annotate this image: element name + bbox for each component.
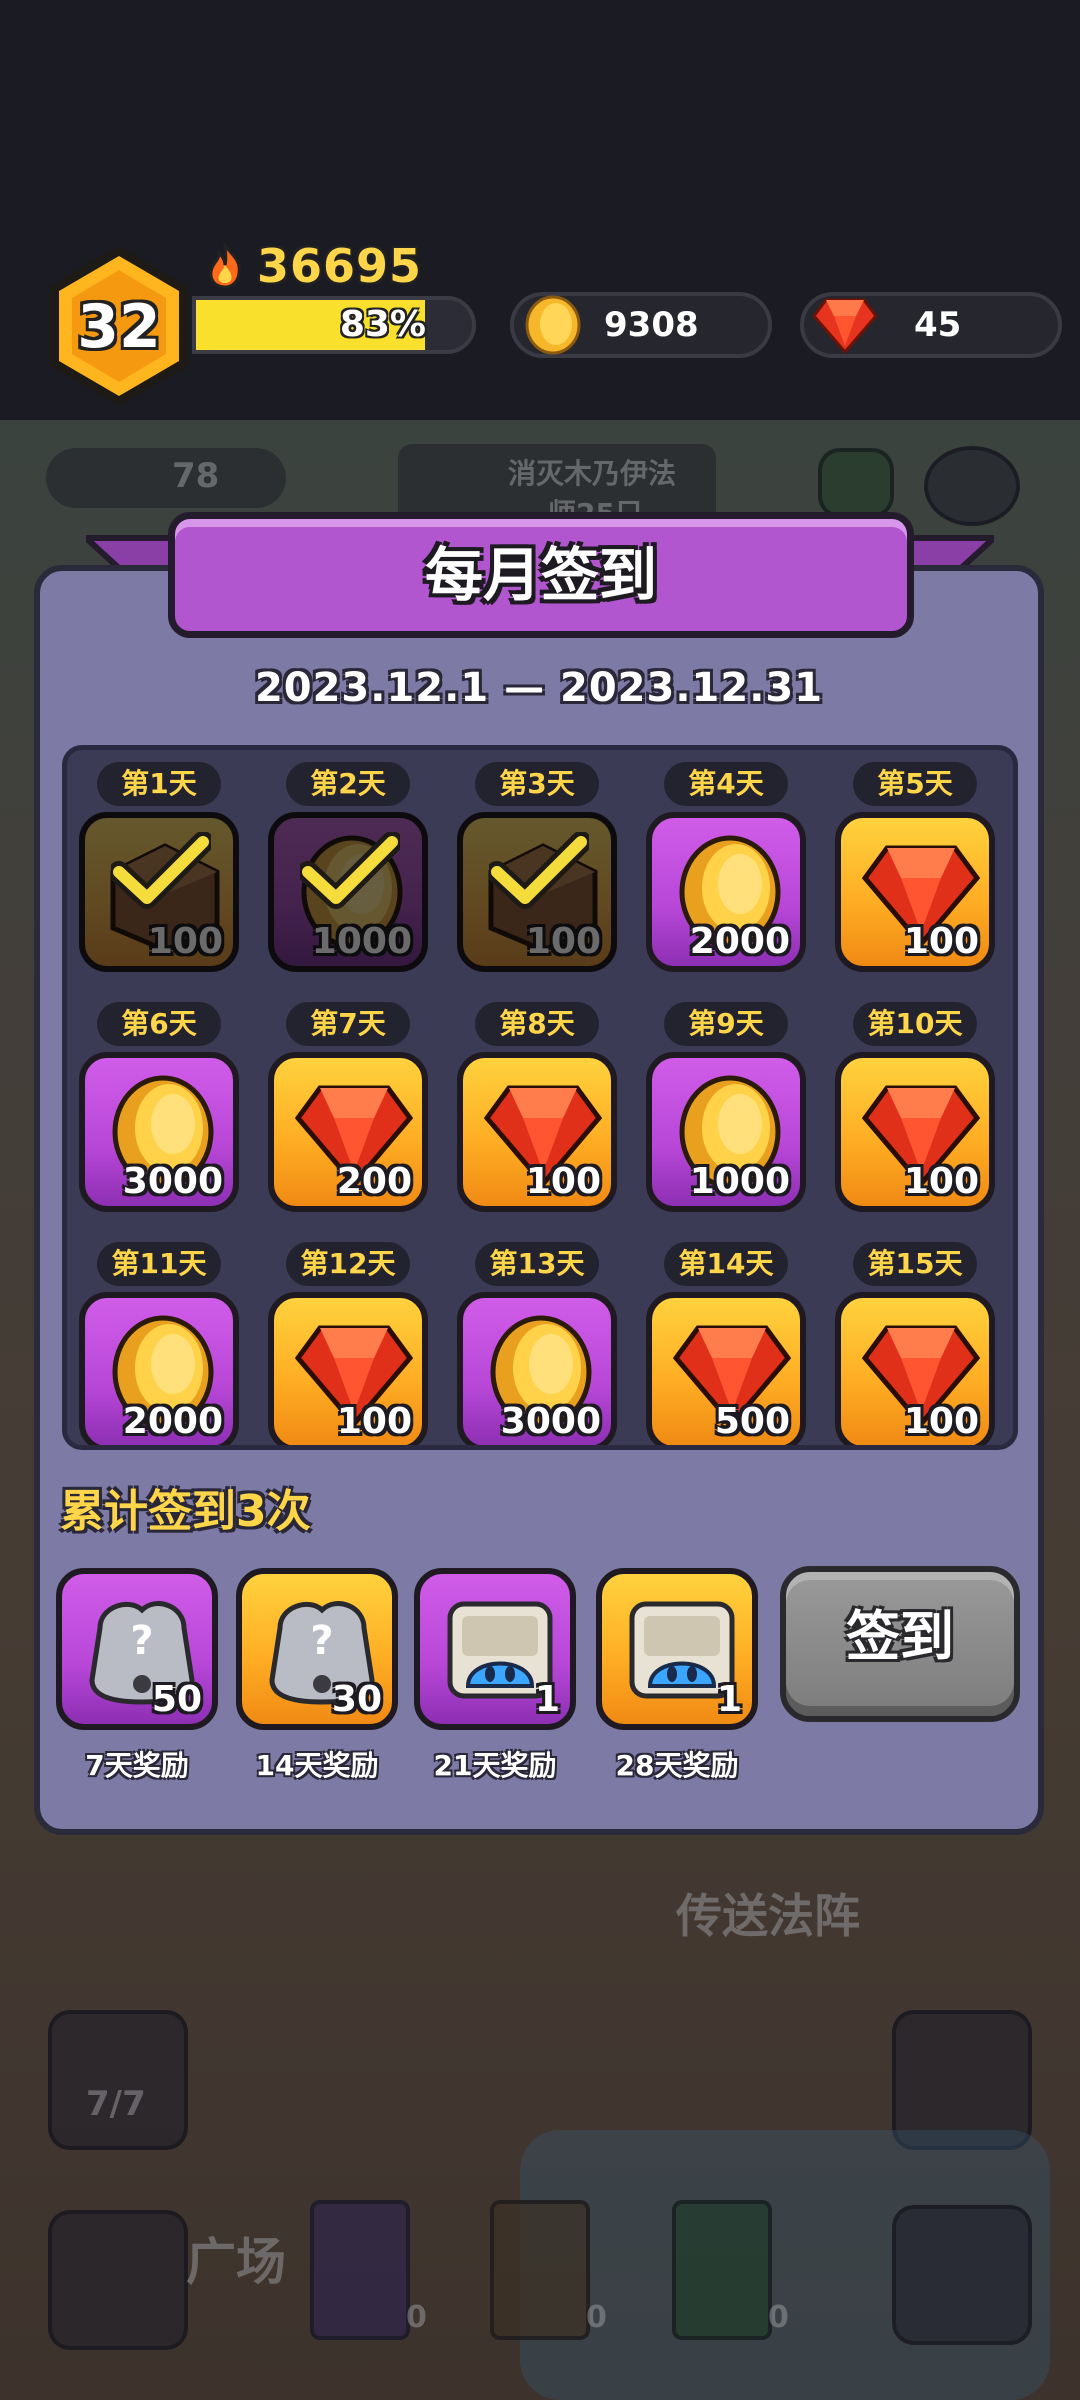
coin-value: 9308 xyxy=(604,305,699,345)
reward-box: 1 xyxy=(414,1568,576,1730)
day-label: 第1天 xyxy=(97,762,221,806)
reward-box: 3000 xyxy=(79,1052,239,1212)
check-icon xyxy=(111,832,211,909)
reward-amount: 100 xyxy=(903,921,979,962)
reward-amount: 50 xyxy=(151,1679,202,1720)
reward-amount: 200 xyxy=(336,1161,412,1202)
reward-amount: 1 xyxy=(534,1679,560,1720)
day-label: 第12天 xyxy=(286,1242,410,1286)
day-reward-cell[interactable]: 第13天 3000 xyxy=(457,1242,617,1445)
reward-box: ? 30 xyxy=(236,1568,398,1730)
milestone-label: 14天奖励 xyxy=(255,1749,379,1782)
dialog-title: 每月签到 xyxy=(424,541,657,609)
day-reward-cell[interactable]: 第12天 100 xyxy=(268,1242,428,1445)
day-reward-cell[interactable]: 第3天 100 xyxy=(457,762,617,982)
power-display: 36695 xyxy=(205,239,423,293)
day-reward-cell[interactable]: 第7天 200 xyxy=(268,1002,428,1222)
milestone-label: 7天奖励 xyxy=(85,1749,189,1782)
svg-text:?: ? xyxy=(310,1618,333,1664)
coin-counter[interactable]: 9308 xyxy=(510,292,772,358)
day-reward-cell[interactable]: 第4天 2000 xyxy=(646,762,806,982)
date-range: 2023.12.1 — 2023.12.31 xyxy=(254,665,824,711)
day-reward-cell[interactable]: 第10天 100 xyxy=(835,1002,995,1222)
day-reward-cell[interactable]: 第8天 100 xyxy=(457,1002,617,1222)
reward-amount: 500 xyxy=(714,1401,790,1442)
day-label: 第9天 xyxy=(664,1002,788,1046)
reward-box: 2000 xyxy=(646,812,806,972)
reward-amount: 1 xyxy=(716,1679,742,1720)
day-label: 第6天 xyxy=(97,1002,221,1046)
daily-reward-grid: 第1天 100 第2天 1000 第3天 100 第4天 2000 第5天 100 第6天 3000 第… xyxy=(62,745,1018,1450)
reward-box: ? 50 xyxy=(56,1568,218,1730)
day-label: 第4天 xyxy=(664,762,788,806)
gem-value: 45 xyxy=(914,305,962,345)
reward-box: 100 xyxy=(268,1292,428,1445)
level-number: 32 xyxy=(77,292,161,362)
milestone-label: 28天奖励 xyxy=(615,1749,739,1782)
day-reward-cell[interactable]: 第1天 100 xyxy=(79,762,239,982)
reward-amount: 100 xyxy=(147,921,223,962)
reward-amount: 30 xyxy=(331,1679,382,1720)
xp-progress-bar: 83% xyxy=(192,296,476,354)
day-reward-cell[interactable]: 第6天 3000 xyxy=(79,1002,239,1222)
reward-box: 100 xyxy=(835,1052,995,1212)
day-label: 第10天 xyxy=(853,1002,977,1046)
reward-amount: 2000 xyxy=(122,1401,223,1442)
reward-amount: 100 xyxy=(336,1401,412,1442)
reward-amount: 1000 xyxy=(689,1161,790,1202)
gem-counter[interactable]: 45 xyxy=(800,292,1062,358)
reward-amount: 3000 xyxy=(500,1401,601,1442)
reward-amount: 100 xyxy=(525,1161,601,1202)
day-reward-cell[interactable]: 第11天 2000 xyxy=(79,1242,239,1445)
check-icon xyxy=(300,832,400,909)
milestone-label: 21天奖励 xyxy=(433,1749,557,1782)
xp-percent-label: 83% xyxy=(339,304,426,345)
top-status-bar: 32 36695 83% 9308 45 xyxy=(0,0,1080,420)
checkin-button[interactable]: 签到 xyxy=(780,1566,1020,1722)
day-label: 第14天 xyxy=(664,1242,788,1286)
day-reward-cell[interactable]: 第5天 100 xyxy=(835,762,995,982)
checkin-button-label: 签到 xyxy=(846,1605,954,1668)
reward-box: 3000 xyxy=(457,1292,617,1445)
check-icon xyxy=(489,832,589,909)
reward-amount: 1000 xyxy=(311,921,412,962)
reward-box: 1000 xyxy=(646,1052,806,1212)
day-label: 第11天 xyxy=(97,1242,221,1286)
gem-icon xyxy=(812,298,878,355)
cumulative-checkin-count: 累计签到3次 xyxy=(60,1486,311,1537)
reward-amount: 3000 xyxy=(122,1161,223,1202)
day-label: 第5天 xyxy=(853,762,977,806)
dialog-title-banner: 每月签到 xyxy=(168,512,914,638)
day-label: 第2天 xyxy=(286,762,410,806)
reward-amount: 100 xyxy=(903,1401,979,1442)
coin-icon xyxy=(525,295,581,355)
day-label: 第13天 xyxy=(475,1242,599,1286)
reward-box: 100 xyxy=(457,1052,617,1212)
svg-text:?: ? xyxy=(130,1618,153,1664)
reward-box: 200 xyxy=(268,1052,428,1212)
day-reward-cell[interactable]: 第9天 1000 xyxy=(646,1002,806,1222)
level-badge[interactable]: 32 xyxy=(44,242,194,410)
fire-icon xyxy=(209,243,241,289)
day-label: 第15天 xyxy=(853,1242,977,1286)
reward-box: 1 xyxy=(596,1568,758,1730)
reward-amount: 2000 xyxy=(689,921,790,962)
power-value: 36695 xyxy=(257,239,423,293)
reward-box: 2000 xyxy=(79,1292,239,1445)
reward-box: 100 xyxy=(835,1292,995,1445)
reward-box: 100 xyxy=(835,812,995,972)
reward-box: 500 xyxy=(646,1292,806,1445)
day-label: 第8天 xyxy=(475,1002,599,1046)
day-label: 第7天 xyxy=(286,1002,410,1046)
reward-amount: 100 xyxy=(525,921,601,962)
day-label: 第3天 xyxy=(475,762,599,806)
day-reward-cell[interactable]: 第2天 1000 xyxy=(268,762,428,982)
day-reward-cell[interactable]: 第15天 100 xyxy=(835,1242,995,1445)
day-reward-cell[interactable]: 第14天 500 xyxy=(646,1242,806,1445)
reward-amount: 100 xyxy=(903,1161,979,1202)
